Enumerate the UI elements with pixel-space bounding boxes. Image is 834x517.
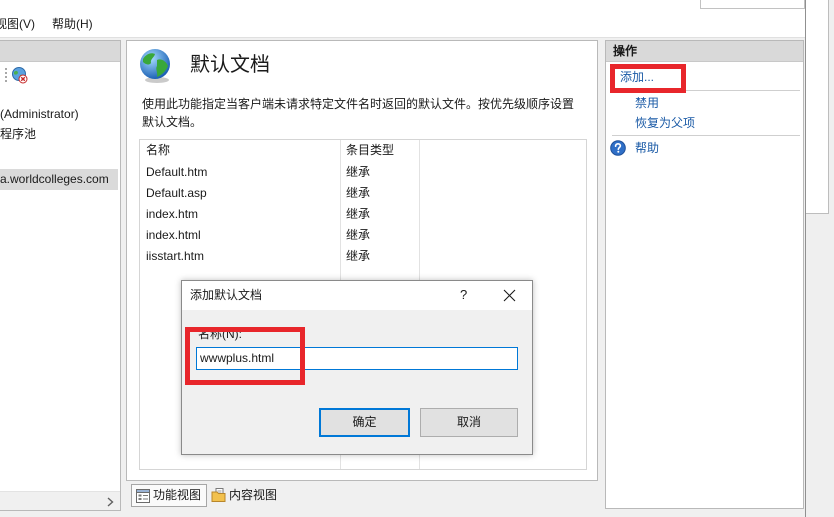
add-default-document-dialog: 添加默认文档 ? 名称(N): wwwplus.html 确定 取消 — [181, 280, 533, 455]
tab-content-view[interactable]: 内容视图 — [209, 484, 281, 507]
tree-item-label: a.worldcolleges.com — [0, 172, 109, 186]
cell-entry-type: 继承 — [346, 207, 371, 221]
background-window-panel — [806, 0, 829, 214]
actions-pane: 操作 添加... 禁用 恢复为父项 帮助 — [605, 40, 804, 509]
list-header: 名称 条目类型 — [140, 140, 586, 161]
toolbar-grip — [5, 68, 7, 82]
action-disable[interactable]: 禁用 — [635, 96, 659, 110]
cell-name: Default.htm — [146, 165, 208, 179]
menu-view[interactable]: 视图(V) — [0, 17, 35, 31]
cell-entry-type: 继承 — [346, 186, 371, 200]
name-input-value: wwwplus.html — [200, 351, 275, 365]
cell-name: index.html — [146, 228, 201, 242]
table-row[interactable]: index.htm 继承 — [140, 204, 586, 225]
tree-item-site[interactable]: a.worldcolleges.com — [0, 169, 118, 190]
ok-button[interactable]: 确定 — [319, 408, 410, 437]
tree-item-label: 程序池 — [0, 127, 37, 141]
actions-separator — [612, 90, 800, 91]
tab-label: 内容视图 — [229, 488, 278, 502]
actions-header: 操作 — [606, 41, 803, 62]
connections-pane: (Administrator) 程序池 a.worldcolleges.com — [0, 40, 121, 511]
connect-icon[interactable] — [10, 66, 28, 84]
close-icon[interactable] — [503, 289, 516, 302]
cell-name: Default.asp — [146, 186, 207, 200]
name-label: 名称(N): — [198, 327, 242, 341]
tree-item-app-pools[interactable]: 程序池 — [0, 124, 118, 145]
action-help[interactable]: 帮助 — [635, 141, 659, 155]
cell-entry-type: 继承 — [346, 249, 371, 263]
name-input[interactable]: wwwplus.html — [196, 347, 518, 370]
menu-help[interactable]: 帮助(H) — [52, 17, 93, 31]
tab-features-view[interactable]: 功能视图 — [131, 484, 207, 507]
features-view-icon — [136, 489, 150, 503]
table-row[interactable]: index.html 继承 — [140, 225, 586, 246]
content-view-icon — [211, 487, 227, 503]
horizontal-scrollbar[interactable] — [0, 491, 120, 510]
page-title: 默认文档 — [190, 54, 270, 76]
table-row[interactable]: iisstart.htm 继承 — [140, 246, 586, 267]
cell-name: iisstart.htm — [146, 249, 205, 263]
tab-label: 功能视图 — [153, 488, 202, 502]
cancel-button[interactable]: 取消 — [420, 408, 518, 437]
column-header-name[interactable]: 名称 — [146, 140, 170, 160]
cell-name: index.htm — [146, 207, 199, 221]
tree-item-server[interactable]: (Administrator) — [0, 104, 118, 125]
cell-entry-type: 继承 — [346, 228, 371, 242]
tree-item-label: (Administrator) — [0, 107, 79, 121]
cell-entry-type: 继承 — [346, 165, 371, 179]
globe-icon — [138, 48, 174, 84]
dialog-titlebar[interactable]: 添加默认文档 ? — [182, 281, 532, 310]
table-row[interactable]: Default.asp 继承 — [140, 183, 586, 204]
feature-description-line2: 默认文档。 — [142, 115, 203, 129]
chevron-right-icon[interactable] — [107, 496, 114, 507]
menu-bar: 视图(V) 帮助(H) — [0, 0, 805, 38]
action-add[interactable]: 添加... — [620, 70, 654, 84]
column-header-entry-type[interactable]: 条目类型 — [346, 140, 394, 160]
dialog-help-button[interactable]: ? — [460, 288, 467, 302]
dialog-title: 添加默认文档 — [190, 288, 263, 302]
table-row[interactable]: Default.htm 继承 — [140, 162, 586, 183]
address-box — [700, 0, 805, 9]
help-icon[interactable] — [610, 140, 626, 156]
connections-header — [0, 41, 120, 62]
feature-description-line1: 使用此功能指定当客户端未请求特定文件名时返回的默认文件。按优先级顺序设置 — [142, 97, 575, 111]
actions-separator — [612, 135, 800, 136]
actions-header-title: 操作 — [613, 44, 638, 58]
action-revert-to-parent[interactable]: 恢复为父项 — [635, 116, 695, 130]
